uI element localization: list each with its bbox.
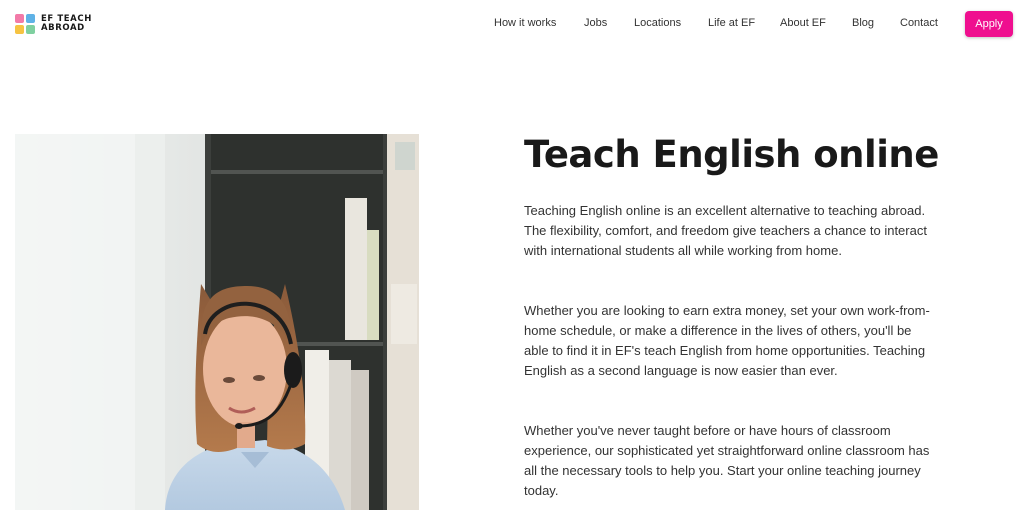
nav-jobs[interactable]: Jobs <box>584 17 607 29</box>
nav-locations[interactable]: Locations <box>634 17 681 29</box>
hero-photo <box>15 134 419 510</box>
site-header: EF TEACH ABROAD How it works Jobs Locati… <box>0 0 1024 48</box>
teacher-with-headset-image <box>15 134 419 510</box>
nav-about-ef[interactable]: About EF <box>780 17 826 29</box>
page-title: Teach English online <box>524 133 939 176</box>
nav-how-it-works[interactable]: How it works <box>494 17 556 29</box>
benefits-paragraph: Whether you are looking to earn extra mo… <box>524 303 930 378</box>
nav-contact[interactable]: Contact <box>900 17 938 29</box>
nav-life-at-ef[interactable]: Life at EF <box>708 17 755 29</box>
intro-paragraph: Teaching English online is an excellent … <box>524 203 927 258</box>
apply-button[interactable]: Apply <box>965 11 1013 37</box>
classroom-paragraph: Whether you've never taught before or ha… <box>524 423 930 498</box>
nav-blog[interactable]: Blog <box>852 17 874 29</box>
main-nav: How it works Jobs Locations Life at EF A… <box>0 17 1024 33</box>
